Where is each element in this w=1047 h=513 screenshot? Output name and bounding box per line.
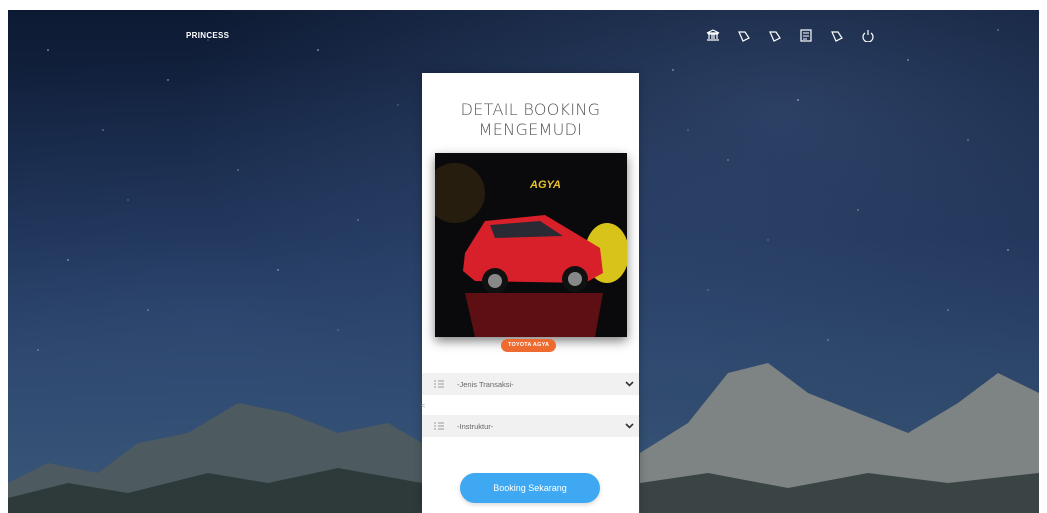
list-icon [434,380,444,388]
booking-card: DETAIL BOOKING MENGEMUDI AGYA TOYOTA AGY… [421,73,639,513]
side-caret: < [421,403,426,410]
power-icon[interactable] [860,29,876,43]
title-line-2: MENGEMUDI [478,120,583,139]
instruktur-value: -Instruktur- [457,421,494,431]
instruktur-select[interactable]: -Instruktur- [422,415,639,437]
jenis-transaksi-value: -Jenis Transaksi- [457,379,514,389]
title-line-1: DETAIL BOOKING [460,100,601,119]
ticket-icon[interactable] [829,29,845,43]
ticket-icon[interactable] [767,29,783,43]
newspaper-icon[interactable] [798,29,814,43]
car-photo: AGYA [435,153,627,337]
ticket-icon[interactable] [736,29,752,43]
bank-icon[interactable] [705,29,721,43]
car-model-sign: AGYA [529,179,561,191]
page-title: DETAIL BOOKING MENGEMUDI [422,100,639,140]
chevron-down-icon [625,423,634,429]
car-name-badge: TOYOTA AGYA [501,339,557,352]
top-nav [705,29,876,43]
brand-logo[interactable]: PRINCESS [186,31,229,40]
chevron-down-icon [625,381,634,387]
list-icon [434,422,444,430]
booking-sekarang-button[interactable]: Booking Sekarang [460,473,600,503]
jenis-transaksi-select[interactable]: -Jenis Transaksi- [422,373,639,395]
